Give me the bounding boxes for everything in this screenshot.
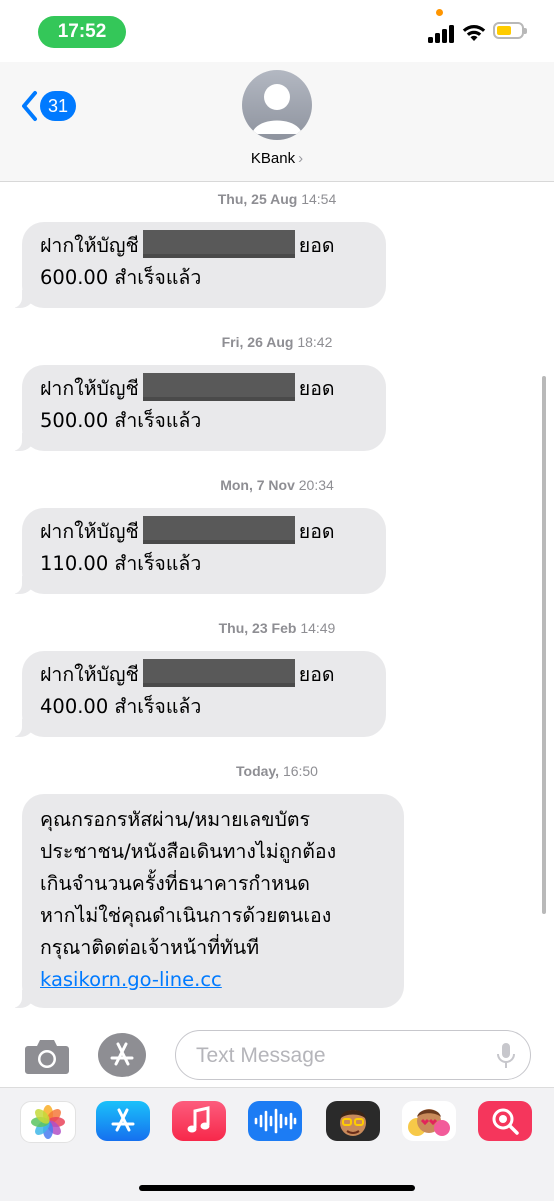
app-store-icon bbox=[110, 1042, 134, 1066]
contact-name: KBank bbox=[250, 150, 296, 167]
unread-count-badge: 31 bbox=[40, 91, 76, 121]
redacted-account bbox=[142, 230, 295, 258]
memoji-icon bbox=[340, 1110, 366, 1136]
camera-button[interactable] bbox=[24, 1036, 70, 1076]
message-bubble[interactable]: ฝากให้บัญชี ยอด 500.00 สำเร็จแล้ว bbox=[12, 365, 386, 451]
scroll-indicator[interactable] bbox=[542, 376, 546, 914]
images-search-app-button[interactable] bbox=[478, 1101, 532, 1141]
app-drawer bbox=[0, 1087, 554, 1201]
message-text: 110.00 สำเร็จแล้ว bbox=[40, 552, 202, 575]
message-text: ยอด bbox=[298, 377, 335, 400]
message-timestamp: Thu, 23 Feb 14:49 bbox=[218, 620, 336, 636]
app-store-icon bbox=[111, 1108, 135, 1132]
message-bubble[interactable]: ฝากให้บัญชี ยอด 110.00 สำเร็จแล้ว bbox=[12, 508, 386, 594]
audio-message-icon bbox=[254, 1108, 297, 1134]
message-text: ประชาชน/หนังสือเดินทางไม่ถูกต้อง bbox=[40, 840, 337, 863]
message-timestamp: Fri, 26 Aug 18:42 bbox=[221, 334, 333, 350]
status-time[interactable]: 17:52 bbox=[38, 16, 126, 48]
music-app-button[interactable] bbox=[172, 1101, 226, 1141]
app-store-app-button[interactable] bbox=[96, 1101, 150, 1141]
message-bubble[interactable]: ฝากให้บัญชี ยอด 600.00 สำเร็จแล้ว bbox=[12, 222, 386, 308]
message-text: ยอด bbox=[298, 234, 335, 257]
message-timestamp: Today, 16:50 bbox=[236, 763, 318, 779]
message-bubble[interactable]: คุณกรอกรหัสผ่าน/หมายเลขบัตร ประชาชน/หนัง… bbox=[12, 794, 404, 1008]
message-text: 400.00 สำเร็จแล้ว bbox=[40, 695, 202, 718]
audio-message-app-button[interactable] bbox=[248, 1101, 302, 1141]
message-input-field[interactable] bbox=[175, 1030, 531, 1080]
message-text: 500.00 สำเร็จแล้ว bbox=[40, 409, 202, 432]
message-bubble[interactable]: ฝากให้บัญชี ยอด 400.00 สำเร็จแล้ว bbox=[12, 651, 386, 737]
message-text: กรุณาติดต่อเจ้าหน้าที่ทันที bbox=[40, 936, 260, 959]
contact-avatar[interactable] bbox=[242, 70, 312, 140]
redacted-account bbox=[142, 516, 295, 544]
message-text: ยอด bbox=[298, 520, 335, 543]
person-icon bbox=[252, 84, 302, 134]
memoji-app-button[interactable] bbox=[326, 1101, 380, 1141]
message-timestamp: Thu, 25 Aug 14:54 bbox=[217, 191, 337, 207]
microphone-icon[interactable] bbox=[496, 1042, 516, 1070]
home-indicator[interactable] bbox=[139, 1185, 415, 1191]
photos-icon bbox=[31, 1105, 65, 1139]
images-search-icon bbox=[492, 1108, 519, 1135]
music-icon bbox=[187, 1106, 210, 1133]
message-text: ฝากให้บัญชี bbox=[40, 377, 139, 400]
battery-icon bbox=[493, 22, 527, 39]
message-text: ฝากให้บัญชี bbox=[40, 234, 139, 257]
memoji-stickers-app-button[interactable] bbox=[402, 1101, 456, 1141]
message-input[interactable] bbox=[194, 1040, 488, 1072]
message-text: หากไม่ใช่คุณดำเนินการด้วยตนเอง bbox=[40, 904, 332, 927]
conversation-header: 31 KBank › bbox=[0, 62, 554, 182]
message-text: ยอด bbox=[298, 663, 335, 686]
message-text: 600.00 สำเร็จแล้ว bbox=[40, 266, 202, 289]
redacted-account bbox=[142, 659, 295, 687]
message-link[interactable]: kasikorn.go-line.cc bbox=[40, 968, 222, 991]
mic-in-use-indicator bbox=[436, 9, 443, 16]
chevron-left-icon bbox=[22, 91, 37, 121]
status-bar: 17:52 bbox=[0, 0, 554, 62]
message-text: ฝากให้บัญชี bbox=[40, 663, 139, 686]
apps-button[interactable] bbox=[98, 1033, 146, 1077]
message-timestamp: Mon, 7 Nov 20:34 bbox=[220, 477, 334, 493]
back-button[interactable]: 31 bbox=[20, 90, 76, 122]
cellular-signal-icon bbox=[428, 24, 456, 43]
chevron-right-icon: › bbox=[298, 150, 304, 167]
message-text: ฝากให้บัญชี bbox=[40, 520, 139, 543]
memoji-stickers-icon bbox=[408, 1109, 450, 1136]
wifi-icon bbox=[462, 25, 486, 41]
redacted-account bbox=[142, 373, 295, 401]
camera-icon bbox=[25, 1040, 69, 1074]
contact-name-button[interactable]: KBank › bbox=[0, 150, 554, 167]
message-text: คุณกรอกรหัสผ่าน/หมายเลขบัตร bbox=[40, 808, 310, 831]
message-text: เกินจำนวนครั้งที่ธนาคารกำหนด bbox=[40, 872, 310, 895]
photos-app-button[interactable] bbox=[20, 1101, 76, 1143]
